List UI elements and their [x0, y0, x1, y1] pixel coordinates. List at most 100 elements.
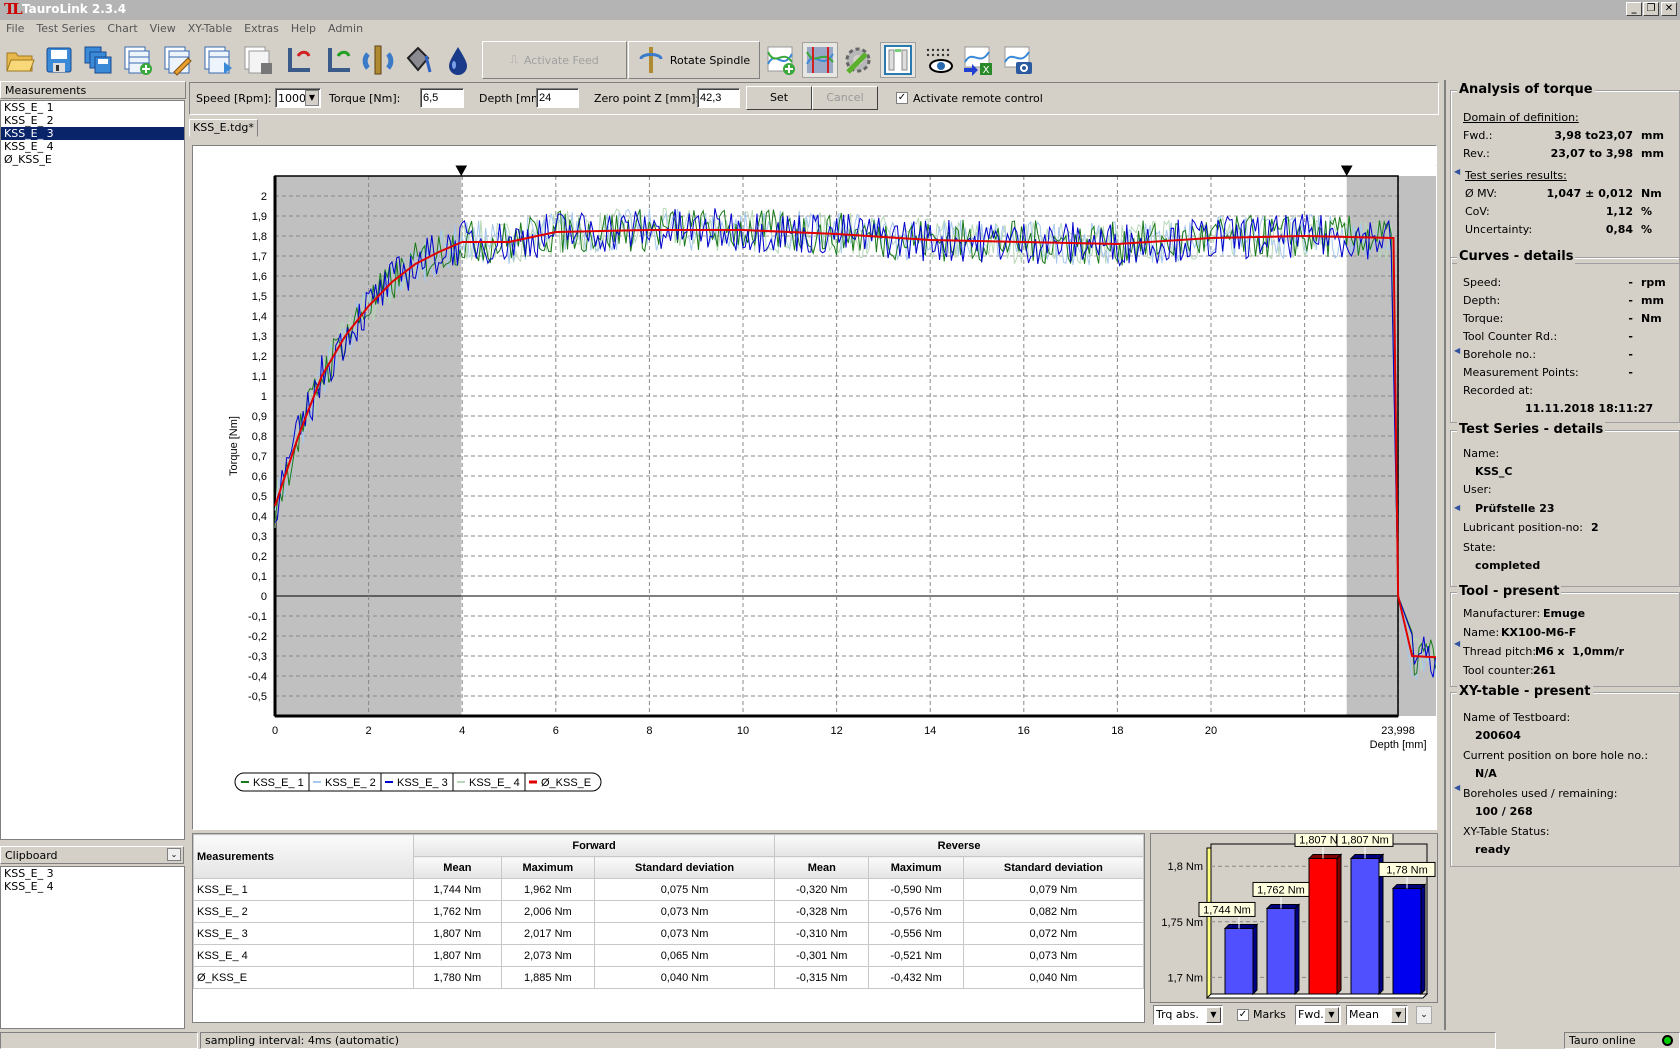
borehole-value: - — [1628, 348, 1633, 361]
bar-side — [1420, 883, 1426, 996]
measurements-list[interactable]: KSS_E_ 1 KSS_E_ 2 KSS_E_ 3 KSS_E_ 4 Ø_KS… — [0, 100, 185, 840]
results-row[interactable]: KSS_E_ 4 1,807 Nm 2,073 Nm 0,065 Nm -0,301 N… — [193, 944, 1145, 967]
spindle-rotate-icon[interactable] — [360, 42, 396, 78]
restore-button[interactable]: ❐ — [1643, 2, 1659, 16]
clipboard-list[interactable]: KSS_E_ 3 KSS_E_ 4 — [0, 866, 185, 1029]
cancel-button[interactable]: Cancel — [812, 86, 878, 110]
menu-xy-table[interactable]: XY-Table — [182, 20, 238, 35]
menu-file[interactable]: File — [0, 20, 30, 35]
speed-label: Speed [Rpm]: — [196, 92, 272, 105]
clipboard-item[interactable]: KSS_E_ 3 — [1, 867, 184, 880]
direction-select[interactable]: Fwd. ▼ — [1295, 1005, 1341, 1025]
open-folder-icon[interactable] — [2, 42, 38, 78]
save-icon[interactable] — [41, 42, 77, 78]
minimize-button[interactable]: _ — [1626, 2, 1642, 16]
remote-control-checkbox[interactable]: ✓ — [896, 92, 908, 104]
dropdown-arrow-icon[interactable]: ▼ — [1206, 1007, 1221, 1023]
edit-table-icon[interactable] — [160, 42, 196, 78]
zero-point-input[interactable] — [697, 88, 740, 108]
y-tick-label: 1,7 — [252, 251, 267, 263]
measurement-item[interactable]: Ø_KSS_E — [1, 153, 184, 166]
expand-icon[interactable]: ⌄ — [1416, 1006, 1432, 1024]
speed-select[interactable]: 1000 ▼ — [275, 88, 321, 108]
menu-extras[interactable]: Extras — [238, 20, 285, 35]
dropdown-arrow-icon[interactable]: ▼ — [1324, 1007, 1339, 1023]
row-value: 2,073 Nm — [500, 944, 595, 967]
marks-label: Marks — [1253, 1008, 1286, 1021]
rotate-spindle-button[interactable]: Rotate Spindle — [628, 41, 760, 79]
set-button[interactable]: Set — [746, 86, 812, 110]
row-name: KSS_E_ 1 — [193, 878, 414, 901]
layout-panel-icon[interactable] — [880, 42, 916, 78]
lubricant-drop-icon[interactable] — [440, 42, 476, 78]
torque-chart-panel: 2 1,9 1,8 1,7 1,6 1,5 1,4 1,3 1,2 1,1 1 0,9 0,8 0,7 0,… — [192, 145, 1680, 830]
series-name-label: Name: — [1463, 447, 1500, 460]
results-row[interactable]: KSS_E_ 1 1,744 Nm 1,962 Nm 0,075 Nm -0,320 N… — [193, 878, 1145, 901]
x-tick-label: 16 — [1018, 725, 1030, 737]
depth-input[interactable] — [536, 88, 579, 108]
add-chart-icon[interactable] — [763, 42, 799, 78]
col-rev-std: Standard deviation — [962, 856, 1145, 879]
table-stop-icon[interactable] — [240, 42, 276, 78]
bar-side — [1252, 923, 1258, 996]
menu-chart[interactable]: Chart — [101, 20, 143, 35]
statistic-select[interactable]: Mean ▼ — [1346, 1005, 1408, 1025]
menu-admin[interactable]: Admin — [322, 20, 369, 35]
rev-unit: mm — [1641, 147, 1664, 160]
y-tick-label: 0,6 — [252, 471, 267, 483]
xy-status-label: XY-Table Status: — [1463, 825, 1550, 838]
series-name-value: KSS_C — [1475, 465, 1513, 478]
measurement-item-selected[interactable]: KSS_E_ 3 — [1, 127, 184, 140]
results-row[interactable]: Ø_KSS_E 1,780 Nm 1,885 Nm 0,040 Nm -0,315 Nm… — [193, 966, 1145, 989]
collapse-arrow-icon[interactable]: ◀ — [1454, 167, 1460, 176]
chart-markers-icon[interactable] — [802, 42, 838, 78]
axis-rotate-right-icon[interactable] — [320, 42, 356, 78]
clipboard-item[interactable]: KSS_E_ 4 — [1, 880, 184, 893]
torque-mode-select[interactable]: Trq abs. ▼ — [1153, 1005, 1223, 1025]
view-points-icon[interactable] — [920, 42, 956, 78]
legend-item: Ø_KSS_E — [541, 777, 591, 789]
menu-view[interactable]: View — [144, 20, 182, 35]
measurement-item[interactable]: KSS_E_ 1 — [1, 101, 184, 114]
dropdown-arrow-icon[interactable]: ▼ — [1391, 1007, 1406, 1023]
export-excel-icon[interactable]: X — [960, 42, 996, 78]
menu-test-series[interactable]: Test Series — [30, 20, 101, 35]
axis-rotate-left-icon[interactable] — [280, 42, 316, 78]
document-tab[interactable]: KSS_E.tdg* — [189, 119, 258, 137]
data-label: 1,762 Nm — [1257, 884, 1305, 896]
add-table-icon[interactable] — [120, 42, 156, 78]
oil-can-icon[interactable] — [400, 42, 436, 78]
close-button[interactable]: ✕ — [1661, 2, 1677, 16]
collapse-arrow-icon[interactable]: ◀ — [1454, 346, 1460, 355]
marks-checkbox[interactable]: ✓ — [1237, 1009, 1249, 1021]
torque-detail-label: Torque: — [1463, 312, 1504, 325]
row-name: KSS_E_ 2 — [193, 900, 414, 923]
torque-input[interactable] — [420, 88, 464, 108]
state-label: State: — [1463, 541, 1496, 554]
sampling-status: sampling interval: 4ms (automatic) — [200, 1032, 1496, 1049]
menu-help[interactable]: Help — [285, 20, 322, 35]
torque-depth-chart[interactable]: 2 1,9 1,8 1,7 1,6 1,5 1,4 1,3 1,2 1,1 1 0,9 0,8 0,7 0,… — [193, 146, 1680, 829]
chart-snapshot-icon[interactable] — [1000, 42, 1036, 78]
collapse-icon[interactable]: ⌄ — [167, 848, 181, 861]
bar-top — [1391, 883, 1427, 889]
settings-tools-icon[interactable] — [840, 42, 876, 78]
xy-table-group: XY-table - present Name of Testboard: 20… — [1450, 684, 1680, 867]
collapse-arrow-icon[interactable]: ◀ — [1454, 503, 1460, 512]
y-tick-label: -0,1 — [248, 611, 267, 623]
results-row[interactable]: KSS_E_ 3 1,807 Nm 2,017 Nm 0,073 Nm -0,310 N… — [193, 922, 1145, 945]
collapse-arrow-icon[interactable]: ◀ — [1454, 783, 1460, 792]
results-row[interactable]: KSS_E_ 2 1,762 Nm 2,006 Nm 0,073 Nm -0,328 N… — [193, 900, 1145, 923]
dropdown-arrow-icon[interactable]: ▼ — [305, 90, 319, 106]
x-tick-label: 10 — [737, 725, 749, 737]
bar-1 — [1224, 927, 1254, 995]
collapse-arrow-icon[interactable]: ◀ — [1454, 639, 1460, 648]
activate-feed-button[interactable]: ⎍ Activate Feed — [482, 41, 627, 79]
y-tick-label: 1,1 — [252, 371, 267, 383]
table-play-icon[interactable] — [200, 42, 236, 78]
save-all-icon[interactable] — [80, 42, 116, 78]
measurement-item[interactable]: KSS_E_ 4 — [1, 140, 184, 153]
measurement-item[interactable]: KSS_E_ 2 — [1, 114, 184, 127]
row-value: 1,885 Nm — [500, 966, 595, 989]
fwd-unit: mm — [1641, 129, 1664, 142]
